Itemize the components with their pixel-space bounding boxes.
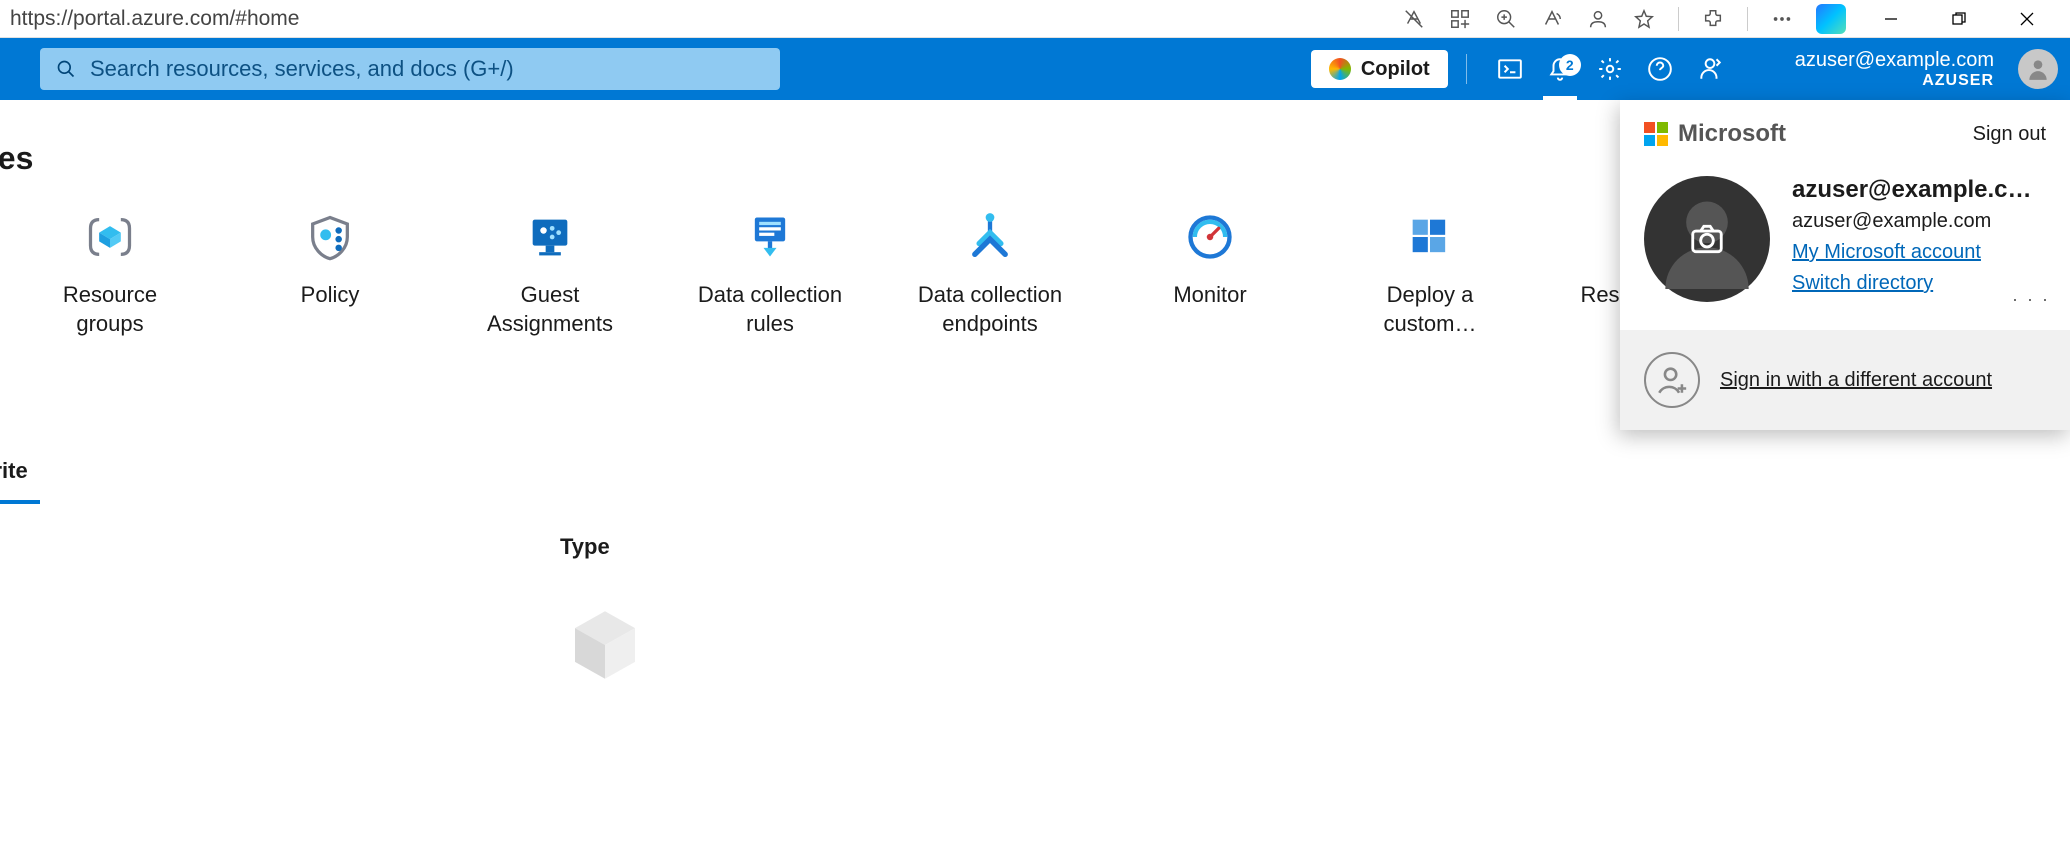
window-minimize-button[interactable] <box>1868 4 1914 34</box>
service-data-collection-endpoints[interactable]: Data collection endpoints <box>910 207 1070 338</box>
microsoft-logo: Microsoft <box>1644 120 1786 148</box>
service-data-collection-rules[interactable]: Data collection rules <box>690 207 850 338</box>
separator <box>1747 7 1748 31</box>
cloud-shell-button[interactable] <box>1485 56 1535 82</box>
feedback-button[interactable] <box>1685 56 1735 82</box>
data-collection-rules-icon <box>740 207 800 267</box>
service-resource-groups[interactable]: Resource groups <box>30 207 190 338</box>
service-label: Res <box>1580 281 1619 310</box>
service-label: Data collection endpoints <box>910 281 1070 338</box>
tab-active-indicator <box>0 500 40 504</box>
service-label: Guest Assignments <box>470 281 630 338</box>
account-more-button[interactable]: · · · <box>2012 289 2050 310</box>
apps-icon[interactable] <box>1448 7 1472 31</box>
microsoft-logo-icon <box>1644 122 1668 146</box>
separator <box>1678 7 1679 31</box>
window-restore-button[interactable] <box>1936 4 1982 34</box>
notifications-button[interactable]: 2 <box>1535 56 1585 82</box>
account-display-name: azuser@example.c… <box>1792 176 2046 204</box>
azure-portal-header: Copilot 2 azuser@example.com AZUSER <box>0 38 2070 100</box>
guest-assignments-icon <box>520 207 580 267</box>
service-policy[interactable]: Policy <box>250 207 410 338</box>
service-guest-assignments[interactable]: Guest Assignments <box>470 207 630 338</box>
copilot-browser-icon[interactable] <box>1816 4 1846 34</box>
data-collection-endpoints-icon <box>960 207 1020 267</box>
deploy-custom-icon <box>1400 207 1460 267</box>
global-search[interactable] <box>40 48 780 90</box>
account-block[interactable]: azuser@example.com AZUSER <box>1795 49 2006 90</box>
notification-badge: 2 <box>1559 54 1581 76</box>
search-input[interactable] <box>90 56 764 82</box>
service-label: Deploy a custom… <box>1350 281 1510 338</box>
copilot-label: Copilot <box>1361 58 1430 81</box>
separator <box>1466 54 1467 84</box>
service-monitor[interactable]: Monitor <box>1130 207 1290 338</box>
service-label: Monitor <box>1173 281 1246 310</box>
settings-button[interactable] <box>1585 56 1635 82</box>
service-label: Resource groups <box>30 281 190 338</box>
copilot-mark-icon <box>1329 58 1351 80</box>
camera-icon <box>1688 220 1726 258</box>
favorite-icon[interactable] <box>1632 7 1656 31</box>
url-text[interactable]: https://portal.azure.com/#home <box>6 7 1402 31</box>
switch-directory-link[interactable]: Switch directory <box>1792 272 2046 295</box>
extensions-icon[interactable] <box>1701 7 1725 31</box>
window-close-button[interactable] <box>2004 4 2050 34</box>
account-email: azuser@example.com <box>1792 210 2046 233</box>
resource-groups-icon <box>80 207 140 267</box>
account-avatar[interactable] <box>1644 176 1770 302</box>
service-label: Policy <box>301 281 360 310</box>
add-account-icon <box>1644 352 1700 408</box>
sign-out-link[interactable]: Sign out <box>1973 123 2046 146</box>
read-aloud-off-icon[interactable] <box>1402 7 1426 31</box>
copilot-button[interactable]: Copilot <box>1311 50 1448 88</box>
user-tenant: AZUSER <box>1795 72 1994 90</box>
browser-toolbar <box>1402 4 2064 34</box>
service-deploy-custom[interactable]: Deploy a custom… <box>1350 207 1510 338</box>
zoom-icon[interactable] <box>1494 7 1518 31</box>
account-flyout: Microsoft Sign out azuser@example.c… azu… <box>1620 100 2070 430</box>
microsoft-wordmark: Microsoft <box>1678 120 1786 148</box>
help-button[interactable] <box>1635 56 1685 82</box>
sign-in-different-account[interactable]: Sign in with a different account <box>1620 330 2070 430</box>
empty-placeholder-icon <box>560 600 2070 695</box>
service-label: Data collection rules <box>690 281 850 338</box>
immersive-reader-icon[interactable] <box>1540 7 1564 31</box>
profile-icon[interactable] <box>1586 7 1610 31</box>
more-icon[interactable] <box>1770 7 1794 31</box>
monitor-icon <box>1180 207 1240 267</box>
policy-icon <box>300 207 360 267</box>
search-icon <box>56 59 76 79</box>
user-avatar[interactable] <box>2018 49 2058 89</box>
user-email: azuser@example.com <box>1795 49 1994 72</box>
my-microsoft-account-link[interactable]: My Microsoft account <box>1792 241 2046 264</box>
different-account-label: Sign in with a different account <box>1720 369 1992 392</box>
column-header-type: Type <box>560 534 2070 560</box>
browser-address-bar: https://portal.azure.com/#home <box>0 0 2070 38</box>
tab-favorite[interactable]: orite <box>0 458 2070 484</box>
